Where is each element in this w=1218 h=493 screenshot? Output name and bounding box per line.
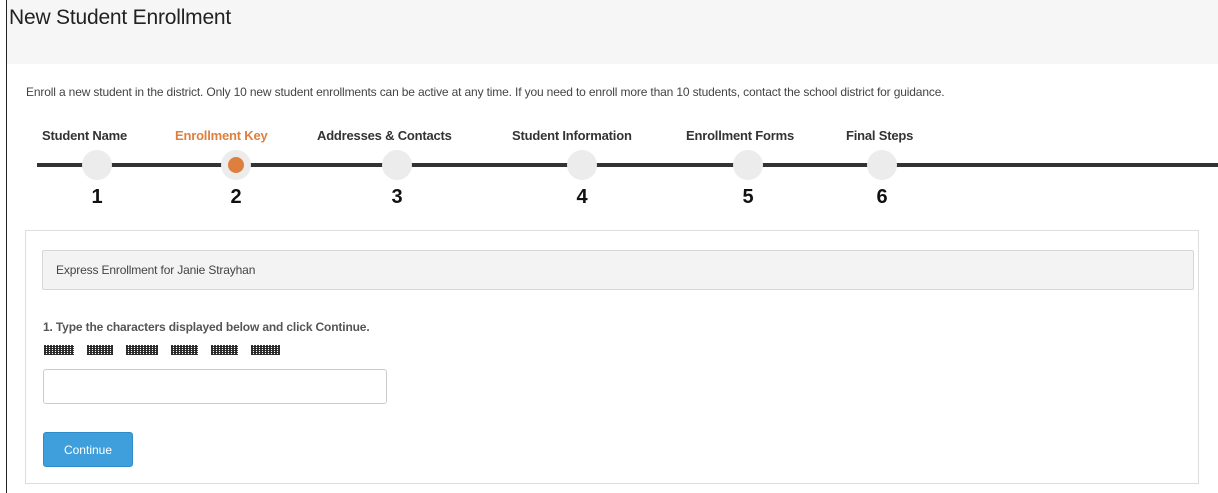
step-dot — [567, 150, 597, 180]
enrollment-window: New Student Enrollment Enroll a new stud… — [6, 0, 1218, 493]
step-dot — [733, 150, 763, 180]
step-label: Student Information — [512, 128, 632, 143]
intro-text: Enroll a new student in the district. On… — [26, 85, 945, 99]
captcha-glyph — [126, 345, 158, 355]
captcha-instruction: 1. Type the characters displayed below a… — [43, 320, 370, 334]
enrollment-key-panel: Express Enrollment for Janie Strayhan 1.… — [25, 230, 1199, 484]
step-number: 2 — [230, 186, 242, 208]
stepper-track — [37, 163, 1218, 167]
step-label: Enrollment Forms — [686, 128, 795, 143]
step-dot — [867, 150, 897, 180]
panel-header-text: Express Enrollment for Janie Strayhan — [56, 263, 256, 277]
captcha-image — [44, 345, 280, 357]
continue-button[interactable]: Continue — [43, 432, 133, 467]
step-number: 5 — [742, 186, 754, 208]
captcha-input[interactable] — [43, 369, 387, 404]
step-number: 6 — [876, 186, 888, 208]
captcha-glyph — [87, 345, 113, 355]
captcha-glyph — [211, 345, 238, 355]
step-number: 3 — [391, 186, 403, 208]
step-dot — [82, 150, 112, 180]
page-title: New Student Enrollment — [9, 6, 232, 29]
step-label: Student Name — [42, 128, 128, 143]
step-label: Addresses & Contacts — [317, 128, 452, 143]
captcha-glyph — [171, 345, 198, 355]
enrollment-stepper: Student Name 1 Enrollment Key 2 Addresse… — [7, 120, 1218, 215]
step-dot-active — [221, 150, 251, 180]
page-header: New Student Enrollment — [7, 0, 1218, 64]
captcha-glyph — [44, 345, 74, 355]
step-label: Enrollment Key — [175, 128, 268, 143]
step-number: 4 — [576, 186, 588, 208]
panel-header: Express Enrollment for Janie Strayhan — [42, 250, 1194, 290]
step-label: Final Steps — [846, 128, 914, 143]
step-number: 1 — [91, 186, 103, 208]
captcha-glyph — [251, 345, 280, 355]
step-dot — [382, 150, 412, 180]
